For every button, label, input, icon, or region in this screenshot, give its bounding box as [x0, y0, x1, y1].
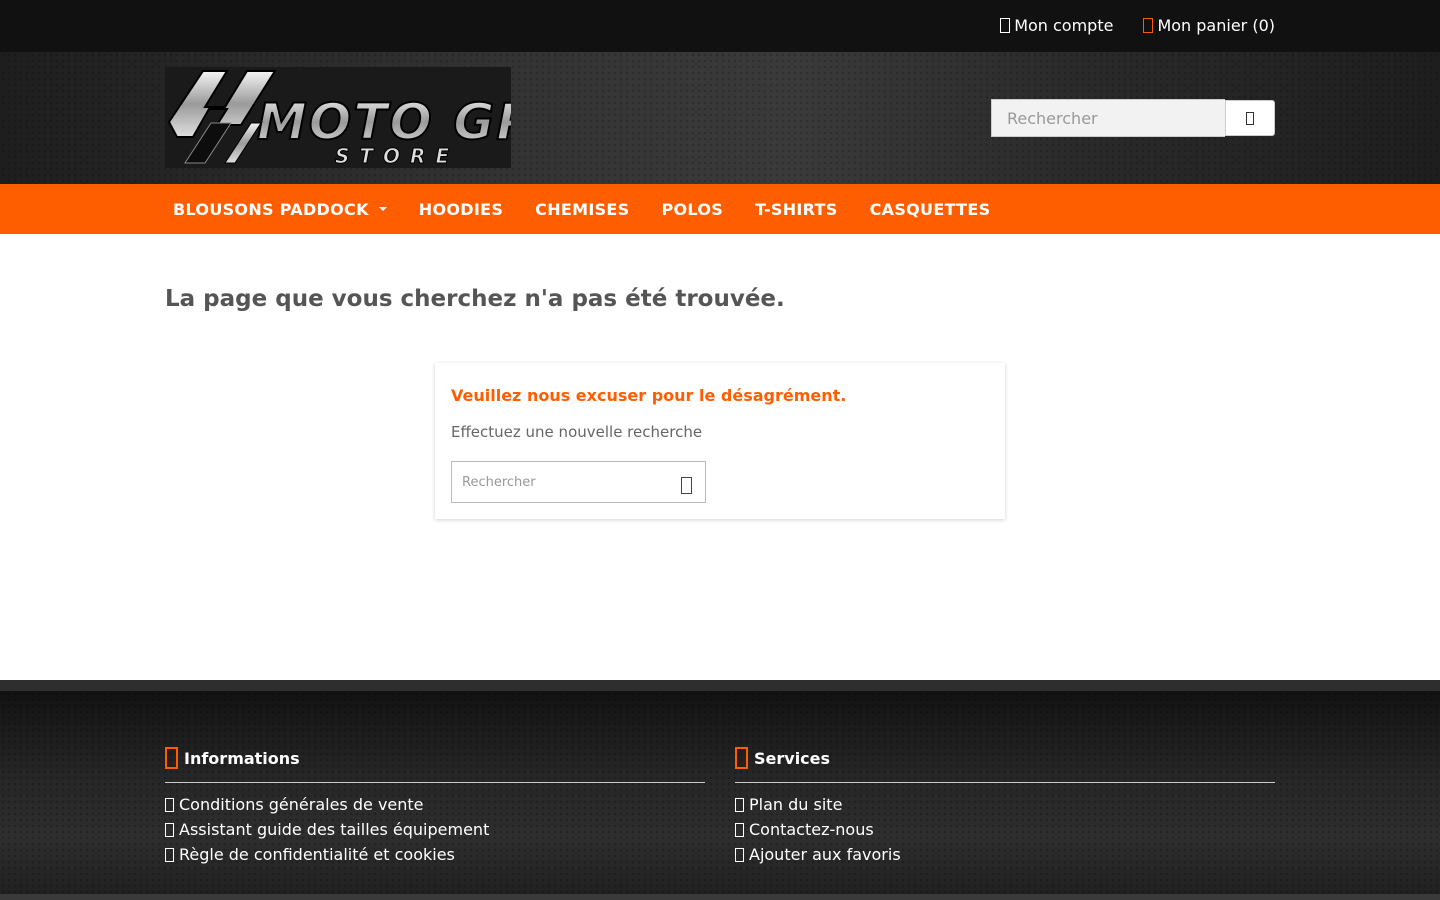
retry-search-text: Effectuez une nouvelle recherche	[451, 423, 703, 441]
footer-link-label: Plan du site	[749, 795, 843, 814]
divider	[735, 782, 1275, 783]
footer-informations-heading: Informations	[165, 744, 705, 772]
footer-link-label: Règle de confidentialité et cookies	[179, 845, 455, 864]
main-nav: BLOUSONS PADDOCK HOODIES CHEMISES POLOS …	[0, 184, 1440, 234]
header-search	[991, 99, 1275, 137]
chevron-right-icon	[165, 797, 174, 812]
my-cart-label: Mon panier (0)	[1157, 16, 1275, 35]
services-icon	[735, 747, 748, 769]
footer-services-links: Plan du site Contactez-nous Ajouter aux …	[735, 792, 1275, 867]
nav-item-label: HOODIES	[418, 199, 504, 219]
footer-link-privacy[interactable]: Règle de confidentialité et cookies	[165, 842, 705, 867]
footer-services: Services Plan du site Contactez-nous Ajo…	[735, 744, 1275, 867]
logo-subtext: STORE	[335, 144, 459, 168]
footer-informations: Informations Conditions générales de ven…	[165, 744, 705, 867]
nav-item-chemises[interactable]: CHEMISES	[527, 184, 637, 234]
footer-link-label: Conditions générales de vente	[179, 795, 424, 814]
nav-item-label: CHEMISES	[535, 199, 630, 219]
top-bar: Mon compte Mon panier (0)	[0, 0, 1440, 52]
info-icon	[165, 747, 178, 769]
nav-item-hoodies[interactable]: HOODIES	[411, 184, 511, 234]
footer-link-label: Contactez-nous	[749, 820, 874, 839]
divider	[165, 782, 705, 783]
nav-item-label: CASQUETTES	[869, 199, 991, 219]
footer-link-label: Ajouter aux favoris	[749, 845, 901, 864]
footer-link-cgv[interactable]: Conditions générales de vente	[165, 792, 705, 817]
footer-divider	[0, 680, 1440, 691]
retry-search-form	[451, 461, 706, 503]
chevron-right-icon	[735, 847, 744, 862]
cart-icon	[1143, 18, 1154, 33]
nav-item-polos[interactable]: POLOS	[654, 184, 732, 234]
my-account-label: Mon compte	[1014, 16, 1114, 35]
logo-text: MOTO GP	[257, 93, 511, 151]
retry-search-input[interactable]	[452, 462, 667, 502]
apology-message: Veuillez nous excuser pour le désagrémen…	[451, 386, 847, 405]
motogp-store-logo[interactable]: MOTO GP STORE	[165, 67, 511, 168]
nav-item-label: POLOS	[661, 199, 724, 219]
nav-item-label: T-SHIRTS	[755, 199, 838, 219]
page-title: La page que vous cherchez n'a pas été tr…	[165, 286, 785, 312]
site-footer: Informations Conditions générales de ven…	[0, 691, 1440, 900]
footer-services-heading: Services	[735, 744, 1275, 772]
nav-item-blousons-paddock[interactable]: BLOUSONS PADDOCK	[165, 184, 395, 234]
footer-link-size-guide[interactable]: Assistant guide des tailles équipement	[165, 817, 705, 842]
chevron-right-icon	[735, 822, 744, 837]
footer-link-favorites[interactable]: Ajouter aux favoris	[735, 842, 1275, 867]
my-account-link[interactable]: Mon compte	[1000, 16, 1113, 35]
chevron-right-icon	[165, 822, 174, 837]
header-search-button[interactable]	[1225, 100, 1275, 136]
chevron-right-icon	[165, 847, 174, 862]
nav-list: BLOUSONS PADDOCK HOODIES CHEMISES POLOS …	[165, 184, 1014, 234]
footer-link-sitemap[interactable]: Plan du site	[735, 792, 1275, 817]
nav-item-casquettes[interactable]: CASQUETTES	[862, 184, 999, 234]
nav-item-label: BLOUSONS PADDOCK	[173, 199, 369, 219]
not-found-card: Veuillez nous excuser pour le désagrémen…	[435, 363, 1005, 519]
nav-item-t-shirts[interactable]: T-SHIRTS	[747, 184, 846, 234]
site-header: MOTO GP STORE	[0, 52, 1440, 184]
footer-link-contact[interactable]: Contactez-nous	[735, 817, 1275, 842]
user-icon	[1000, 18, 1011, 33]
footer-bottom-edge	[0, 894, 1440, 900]
chevron-right-icon	[735, 797, 744, 812]
search-icon	[1246, 111, 1254, 125]
header-search-input[interactable]	[991, 99, 1225, 137]
footer-services-title: Services	[754, 748, 831, 768]
top-links: Mon compte Mon panier (0)	[1000, 16, 1275, 35]
footer-link-label: Assistant guide des tailles équipement	[179, 820, 490, 839]
footer-informations-title: Informations	[184, 748, 300, 768]
caret-down-icon	[378, 207, 387, 211]
my-cart-link[interactable]: Mon panier (0)	[1143, 16, 1275, 35]
footer-informations-links: Conditions générales de vente Assistant …	[165, 792, 705, 867]
search-icon[interactable]	[681, 477, 692, 494]
